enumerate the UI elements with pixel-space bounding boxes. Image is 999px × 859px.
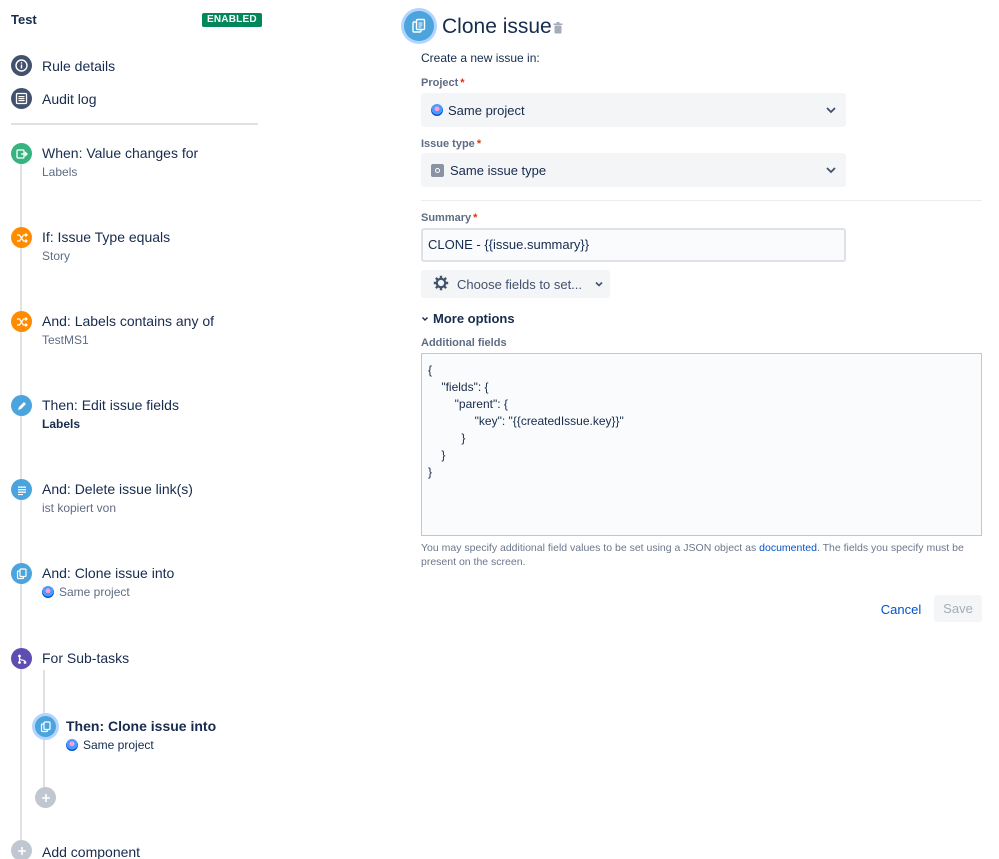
additional-fields-textarea[interactable]: { "fields": { "parent": { "key": "{{crea… (421, 353, 982, 536)
additional-fields-label: Additional fields (421, 337, 507, 349)
nav-audit-log-label: Audit log (42, 90, 97, 107)
step-subtitle: Same project (59, 585, 130, 599)
step-title: For Sub-tasks (42, 650, 130, 666)
step-title: Then: Edit issue fields (42, 397, 179, 413)
cancel-button[interactable]: Cancel (876, 596, 926, 622)
step-title: And: Clone issue into (42, 565, 175, 581)
clone-icon (35, 716, 56, 737)
step-subtitle: Labels (42, 417, 81, 431)
component-title: Clone issue (442, 15, 552, 38)
nav-rule-details[interactable]: Rule details (11, 55, 115, 76)
nav-rule-details-label: Rule details (42, 57, 116, 74)
plus-icon (35, 787, 56, 808)
condition-shuffle-icon (11, 311, 32, 332)
step-subtitle: Labels (42, 165, 78, 179)
add-component-label: Add component (42, 844, 141, 859)
chevron-down-icon (594, 277, 604, 292)
step-subtitle: ist kopiert von (42, 501, 117, 515)
divider (11, 123, 258, 125)
status-badge[interactable]: ENABLED (202, 13, 262, 27)
summary-input[interactable]: CLONE - {{issue.summary}} (421, 228, 846, 262)
step-title: If: Issue Type equals (42, 229, 171, 245)
document-lines-icon (11, 479, 32, 500)
trash-icon[interactable] (553, 21, 563, 39)
project-label: Project * (421, 77, 465, 89)
nav-audit-log[interactable]: Audit log (11, 88, 96, 109)
step-title: Then: Clone issue into (66, 718, 217, 734)
choose-fields-label: Choose fields to set... (457, 276, 583, 292)
project-select-value: Same project (448, 102, 525, 118)
plus-icon (11, 840, 32, 859)
issue-type-icon (431, 163, 444, 177)
issue-type-select-value: Same issue type (450, 162, 547, 178)
step-subtitle: TestMS1 (42, 333, 89, 347)
summary-label: Summary * (421, 212, 478, 224)
condition-shuffle-icon (11, 227, 32, 248)
list-icon (11, 88, 32, 109)
step-title: And: Delete issue link(s) (42, 481, 193, 497)
clone-icon (11, 563, 32, 584)
step-title: And: Labels contains any of (42, 313, 215, 329)
chevron-down-icon (825, 164, 837, 179)
step-subtitle: Same project (83, 738, 154, 752)
trigger-icon (11, 143, 32, 164)
step-subtitle-wrap: Same project (66, 738, 154, 752)
chevron-down-icon (421, 311, 429, 326)
save-button[interactable]: Save (934, 595, 982, 622)
gear-icon (433, 275, 449, 294)
intro-text: Create a new issue in: (421, 51, 540, 65)
rule-title: Test (11, 12, 37, 27)
issue-type-label: Issue type * (421, 138, 482, 150)
project-avatar-icon (42, 586, 54, 598)
more-options-label: More options (433, 311, 515, 326)
step-title: When: Value changes for (42, 145, 199, 161)
step-subtitle: Story (42, 249, 71, 263)
project-avatar-icon (66, 739, 78, 751)
clone-icon (404, 11, 434, 41)
help-text: You may specify additional field values … (421, 542, 964, 568)
info-icon (11, 55, 32, 76)
project-select[interactable]: Same project (421, 93, 846, 127)
choose-fields-button[interactable]: Choose fields to set... (421, 270, 610, 298)
pencil-icon (11, 395, 32, 416)
step-subtitle-wrap: Same project (42, 585, 130, 599)
project-avatar-icon (431, 104, 443, 116)
documented-link[interactable]: documented (759, 542, 817, 554)
timeline-line (20, 152, 22, 852)
section-divider (421, 200, 982, 201)
branch-icon (11, 648, 32, 669)
more-options-toggle[interactable]: More options (421, 311, 515, 326)
issue-type-select[interactable]: Same issue type (421, 153, 846, 187)
chevron-down-icon (825, 104, 837, 119)
